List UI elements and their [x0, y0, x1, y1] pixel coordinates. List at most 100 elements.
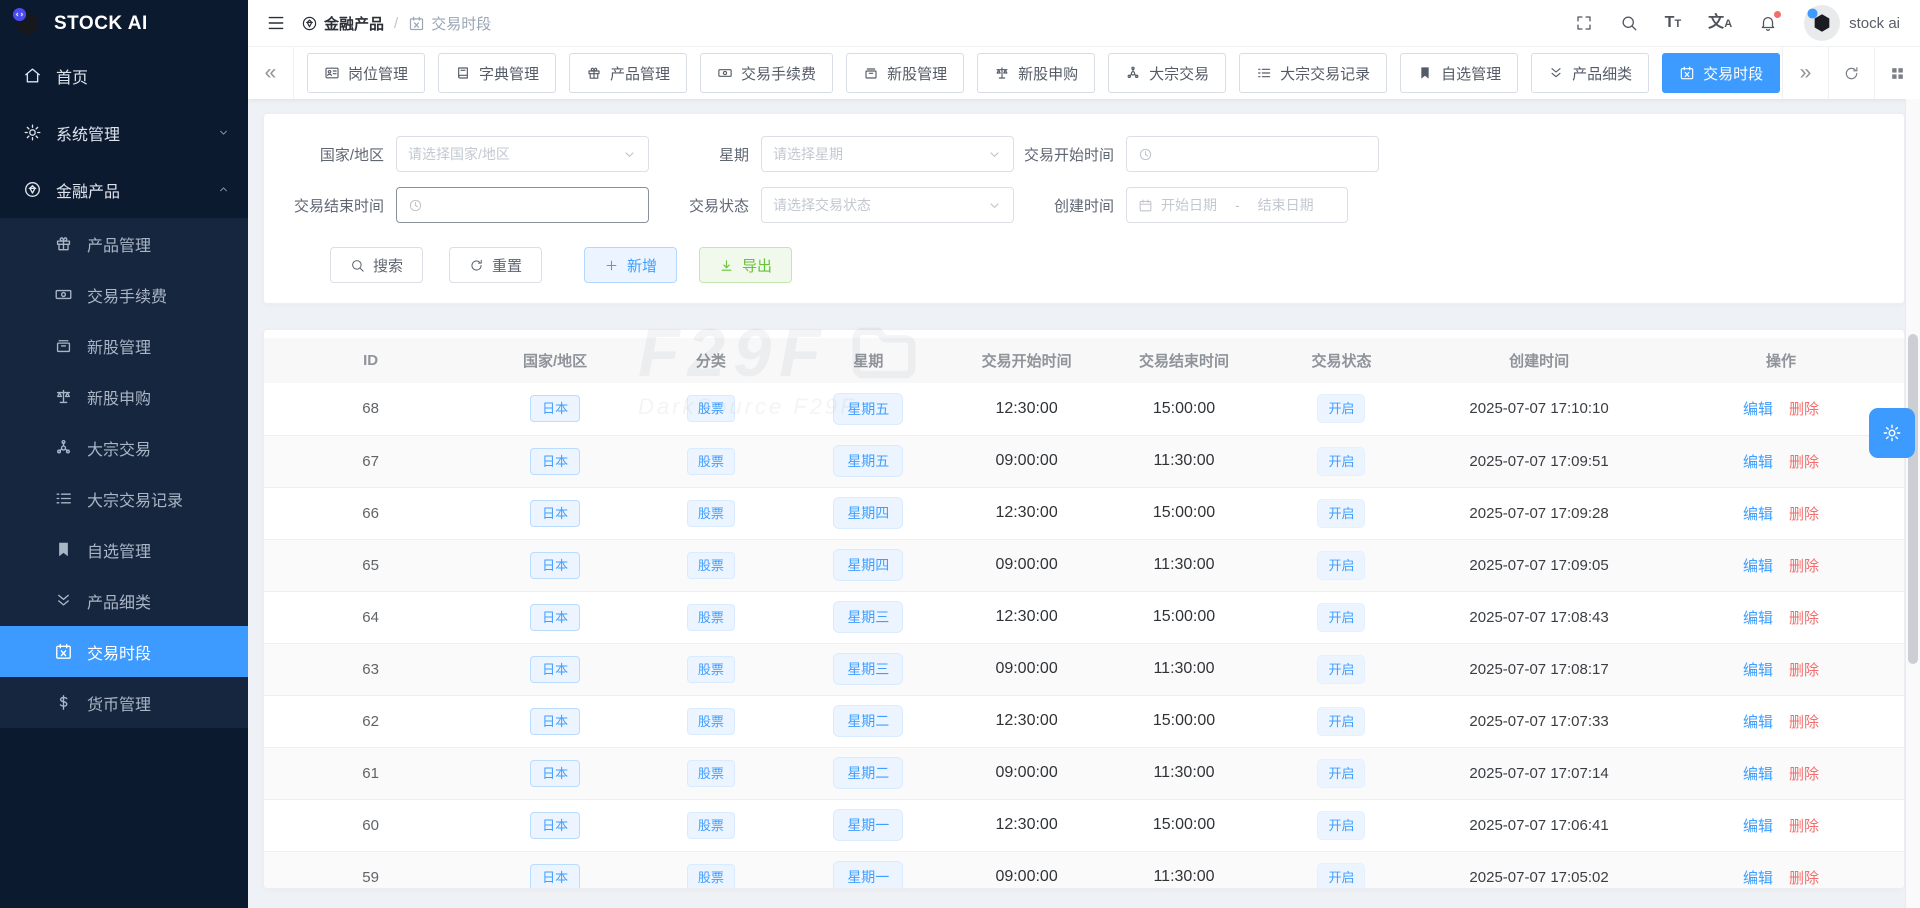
sidebar-item-系统管理[interactable]: 系统管理 — [0, 104, 248, 161]
daterange-input-创建时间[interactable]: 开始日期 - 结束日期 — [1126, 187, 1348, 223]
新增-button[interactable]: 新增 — [584, 247, 678, 283]
status-tag: 开启 — [1317, 394, 1366, 424]
tab-交易手续费[interactable]: 交易手续费 — [700, 53, 834, 93]
tab-新股申购[interactable]: 新股申购 — [977, 53, 1096, 93]
scrollbar-track[interactable] — [1905, 99, 1920, 908]
edit-link[interactable]: 编辑 — [1743, 818, 1773, 835]
tabs-refresh-button[interactable] — [1828, 47, 1874, 99]
tab-字典管理[interactable]: 字典管理 — [438, 53, 557, 93]
scrollbar-thumb[interactable] — [1908, 334, 1918, 664]
download-icon — [719, 258, 734, 273]
select-星期[interactable]: 请选择星期 — [761, 136, 1014, 172]
table-header-row: ID 国家/地区 分类 星期 交易开始时间 交易结束时间 交易状态 创建时间 操作 — [264, 338, 1904, 383]
chevdown-icon — [987, 198, 1002, 213]
breadcrumb-current-label: 交易时段 — [431, 15, 492, 33]
edit-link[interactable]: 编辑 — [1743, 714, 1773, 731]
app-title: STOCK AI — [54, 12, 148, 34]
breadcrumb-parent[interactable]: 金融产品 — [301, 13, 384, 34]
edit-link[interactable]: 编辑 — [1743, 610, 1773, 627]
cell-created-at: 2025-07-07 17:09:51 — [1420, 435, 1658, 488]
delete-link[interactable]: 删除 — [1789, 558, 1819, 575]
translate-button[interactable]: 文A — [1708, 15, 1732, 31]
search-button[interactable] — [1620, 14, 1638, 32]
edit-link[interactable]: 编辑 — [1743, 401, 1773, 418]
搜索-button[interactable]: 搜索 — [330, 247, 424, 283]
tab-产品管理[interactable]: 产品管理 — [569, 53, 688, 93]
logo[interactable]: STOCK AI — [0, 0, 248, 47]
sidebar-item-新股管理[interactable]: 新股管理 — [0, 320, 248, 371]
delete-link[interactable]: 删除 — [1789, 454, 1819, 471]
collapse-sidebar-icon[interactable] — [266, 13, 286, 33]
edit-link[interactable]: 编辑 — [1743, 506, 1773, 523]
delete-link[interactable]: 删除 — [1789, 818, 1819, 835]
fullscreen-button[interactable] — [1575, 14, 1593, 32]
tab-产品细类[interactable]: 产品细类 — [1531, 53, 1650, 93]
notifications-button[interactable] — [1759, 11, 1782, 32]
dollar-icon — [54, 693, 73, 712]
gear-icon — [1882, 423, 1902, 443]
country-tag: 日本 — [530, 447, 581, 475]
sidebar-submenu: 产品管理 交易手续费 新股管理 新股申购 大宗交易 大宗交易记录 自选管理 产品细类 交易时段货… — [0, 218, 248, 728]
sidebar-item-交易时段[interactable]: 交易时段 — [0, 626, 248, 677]
tab-大宗交易记录[interactable]: 大宗交易记录 — [1239, 53, 1388, 93]
cell-created-at: 2025-07-07 17:05:02 — [1420, 851, 1658, 888]
edit-link[interactable]: 编辑 — [1743, 870, 1773, 887]
sidebar-item-交易手续费[interactable]: 交易手续费 — [0, 269, 248, 320]
delete-link[interactable]: 删除 — [1789, 610, 1819, 627]
font-size-button[interactable]: TT — [1665, 15, 1682, 31]
sidebar-item-label: 货币管理 — [87, 696, 152, 714]
delete-link[interactable]: 删除 — [1789, 714, 1819, 731]
country-tag: 日本 — [530, 395, 581, 423]
sidebar-item-大宗交易[interactable]: 大宗交易 — [0, 422, 248, 473]
edit-link[interactable]: 编辑 — [1743, 454, 1773, 471]
delete-link[interactable]: 删除 — [1789, 766, 1819, 783]
delete-link[interactable]: 删除 — [1789, 662, 1819, 679]
chevdown-icon — [217, 126, 230, 139]
bookmark-icon — [1417, 65, 1433, 81]
delete-link[interactable]: 删除 — [1789, 870, 1819, 887]
sidebar-item-自选管理[interactable]: 自选管理 — [0, 524, 248, 575]
sidebar-item-产品管理[interactable]: 产品管理 — [0, 218, 248, 269]
sidebar-item-首页[interactable]: 首页 — [0, 47, 248, 104]
fullscreen-icon — [1575, 14, 1593, 32]
sidebar-item-大宗交易记录[interactable]: 大宗交易记录 — [0, 473, 248, 524]
column-header: 分类 — [632, 338, 789, 383]
select-国家/地区[interactable]: 请选择国家/地区 — [396, 136, 649, 172]
delete-link[interactable]: 删除 — [1789, 506, 1819, 523]
sidebar-item-金融产品[interactable]: 金融产品 — [0, 161, 248, 218]
tab-自选管理[interactable]: 自选管理 — [1400, 53, 1519, 93]
delete-link[interactable]: 删除 — [1789, 401, 1819, 418]
sidebar-item-货币管理[interactable]: 货币管理 — [0, 677, 248, 728]
sidebar-item-产品细类[interactable]: 产品细类 — [0, 575, 248, 626]
tab-交易时段[interactable]: 交易时段 — [1662, 53, 1781, 93]
cell-start-time: 12:30:00 — [947, 799, 1106, 852]
time-input-交易开始时间[interactable] — [1126, 136, 1379, 172]
category-tag: 股票 — [686, 603, 735, 631]
time-input-交易结束时间[interactable] — [396, 187, 649, 223]
country-tag: 日本 — [530, 603, 581, 631]
sidebar-item-新股申购[interactable]: 新股申购 — [0, 371, 248, 422]
tabs-layout-button[interactable] — [1874, 47, 1920, 99]
edit-link[interactable]: 编辑 — [1743, 558, 1773, 575]
tab-新股管理[interactable]: 新股管理 — [846, 53, 965, 93]
select-交易状态[interactable]: 请选择交易状态 — [761, 187, 1014, 223]
tabs-list: 岗位管理 字典管理 产品管理 交易手续费 新股管理 新股申购 大宗交易 大宗交易记录 自选管理 产… — [294, 53, 1782, 93]
refresh-icon — [1843, 65, 1860, 82]
column-header: 操作 — [1657, 338, 1904, 383]
country-tag: 日本 — [530, 551, 581, 579]
settings-fab-button[interactable] — [1869, 408, 1915, 458]
user-menu[interactable]: stock ai — [1804, 5, 1900, 41]
tabs-scroll-left[interactable]: « — [248, 47, 294, 99]
edit-link[interactable]: 编辑 — [1743, 662, 1773, 679]
tab-岗位管理[interactable]: 岗位管理 — [307, 53, 426, 93]
tabs-scroll-right[interactable]: » — [1782, 47, 1828, 99]
status-tag: 开启 — [1317, 602, 1366, 632]
cell-end-time: 11:30:00 — [1105, 435, 1263, 488]
refresh-icon — [469, 258, 484, 273]
重置-button[interactable]: 重置 — [449, 247, 543, 283]
edit-link[interactable]: 编辑 — [1743, 766, 1773, 783]
tab-大宗交易[interactable]: 大宗交易 — [1108, 53, 1227, 93]
导出-button[interactable]: 导出 — [699, 247, 793, 283]
table-row: 63 日本 股票 星期三 09:00:00 11:30:00 开启 2025-07-07 17… — [264, 643, 1904, 696]
clock-icon — [1138, 147, 1153, 162]
